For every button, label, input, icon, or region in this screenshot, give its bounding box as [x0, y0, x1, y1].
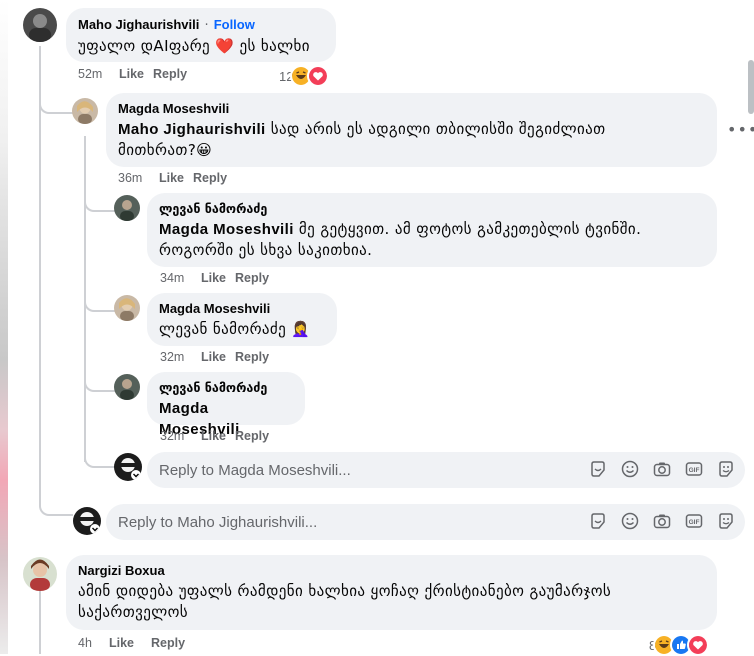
- like-button[interactable]: Like: [201, 429, 235, 443]
- like-button[interactable]: Like: [159, 171, 193, 185]
- comment-bubble: Magda Moseshvili ლევან ნამორაძე 🤦‍♀️: [147, 293, 337, 346]
- follow-button[interactable]: Follow: [214, 17, 255, 32]
- comment-bubble: Nargizi Boxua ამინ დიდება უფალს რამდენი …: [66, 555, 717, 630]
- comment-bubble: ლევან ნამორაძე Magda Moseshvili: [147, 372, 305, 438]
- avatar-sticker-icon[interactable]: [717, 512, 735, 530]
- separator-dot: ·: [204, 18, 209, 33]
- comment-text: ამინ დიდება უფალს რამდენი ხალხია ყოჩაღ ქ…: [78, 582, 612, 600]
- current-user-avatar[interactable]: [114, 453, 142, 481]
- scrollbar-thumb[interactable]: [748, 60, 754, 114]
- gif-icon[interactable]: GIF: [685, 460, 703, 478]
- comment-author[interactable]: Magda Moseshvili: [118, 100, 705, 117]
- emoji-icon[interactable]: [621, 512, 639, 530]
- comment-author[interactable]: Magda Moseshvili: [159, 300, 325, 317]
- sticker-icon[interactable]: [589, 460, 607, 478]
- comment-actions: 52m Like Reply: [78, 67, 187, 81]
- comment-text-line: საქართველოს: [78, 603, 189, 621]
- comment-actions: 36m Like Reply: [118, 171, 227, 185]
- comment-actions: 32m Like Reply: [160, 350, 269, 364]
- reply-button[interactable]: Reply: [151, 636, 185, 650]
- reply-button[interactable]: Reply: [193, 171, 227, 185]
- comment-actions: 32m Like Reply: [160, 429, 269, 443]
- thread-elbow: [39, 480, 73, 516]
- comment-text-line: როგორში ეს სხვა საკითხია.: [159, 241, 373, 259]
- comment-author[interactable]: ლევან ნამორაძე: [159, 200, 705, 217]
- background-strip: [0, 0, 8, 654]
- comment-time[interactable]: 36m: [118, 171, 159, 185]
- avatar[interactable]: [114, 374, 140, 400]
- reply-input[interactable]: Reply to Maho Jighaurishvili... GIF: [106, 504, 745, 540]
- composer-tools: GIF: [589, 460, 735, 478]
- comment-bubble: Magda Moseshvili Maho Jighaurishvili სად…: [106, 93, 717, 167]
- avatar[interactable]: [114, 195, 140, 221]
- camera-icon[interactable]: [653, 512, 671, 530]
- reaction-summary[interactable]: 12: [279, 65, 330, 87]
- love-reaction-icon: [307, 65, 330, 87]
- gif-icon[interactable]: GIF: [685, 512, 703, 530]
- svg-text:GIF: GIF: [689, 519, 700, 526]
- comment-text: უფალო დAIფარე ❤️ ეს ხალხი: [78, 37, 310, 55]
- avatar[interactable]: [114, 295, 140, 321]
- thread-line-main: [39, 46, 41, 504]
- emoji-icon[interactable]: [621, 460, 639, 478]
- reaction-summary[interactable]: 8: [649, 634, 710, 656]
- thread-line-bottom: [39, 590, 41, 654]
- thread-elbow: [84, 188, 116, 212]
- avatar[interactable]: [72, 98, 98, 124]
- comment-text: ლევან ნამორაძე 🤦‍♀️: [159, 320, 311, 338]
- avatar[interactable]: [23, 8, 57, 42]
- comment-time[interactable]: 52m: [78, 67, 119, 81]
- like-button[interactable]: Like: [119, 67, 153, 81]
- thread-elbow: [84, 288, 116, 312]
- comment-author[interactable]: ლევან ნამორაძე: [159, 379, 293, 396]
- reply-input[interactable]: Reply to Magda Moseshvili... GIF: [147, 452, 745, 488]
- reply-button[interactable]: Reply: [235, 271, 269, 285]
- love-reaction-icon: [687, 634, 710, 656]
- comment-actions: 34m Like Reply: [160, 271, 269, 285]
- like-button[interactable]: Like: [109, 636, 151, 650]
- comment-actions: 4h Like Reply: [78, 636, 185, 650]
- thread-elbow: [84, 368, 116, 392]
- like-button[interactable]: Like: [201, 350, 235, 364]
- reply-placeholder: Reply to Magda Moseshvili...: [159, 461, 351, 479]
- reply-placeholder: Reply to Maho Jighaurishvili...: [118, 513, 318, 531]
- comment-time[interactable]: 4h: [78, 636, 109, 650]
- avatar-sticker-icon[interactable]: [717, 460, 735, 478]
- current-user-avatar[interactable]: [73, 507, 101, 535]
- thread-elbow: [39, 90, 73, 114]
- camera-icon[interactable]: [653, 460, 671, 478]
- comment-author[interactable]: Maho Jighaurishvili: [78, 17, 199, 32]
- comment-author[interactable]: Nargizi Boxua: [78, 562, 705, 579]
- more-options-icon[interactable]: •••: [727, 120, 754, 139]
- mention-link[interactable]: Magda Moseshvili: [159, 221, 294, 238]
- svg-text:GIF: GIF: [689, 467, 700, 474]
- comment-text: სად არის ეს ადგილი თბილისში შეგიძლიათ: [265, 120, 606, 138]
- reply-button[interactable]: Reply: [153, 67, 187, 81]
- like-button[interactable]: Like: [201, 271, 235, 285]
- thread-elbow: [84, 442, 116, 468]
- mention-link[interactable]: Maho Jighaurishvili: [118, 121, 266, 138]
- avatar[interactable]: [23, 557, 57, 591]
- comment-text: მე გეტყვით. ამ ფოტოს გამკეთებლის ტვინში.: [293, 220, 642, 238]
- comment-bubble: Maho Jighaurishvili · Follow უფალო დAIფა…: [66, 8, 336, 62]
- comment-time[interactable]: 32m: [160, 350, 201, 364]
- composer-tools: GIF: [589, 512, 735, 530]
- comment-bubble: ლევან ნამორაძე Magda Moseshvili მე გეტყვ…: [147, 193, 717, 267]
- reply-button[interactable]: Reply: [235, 350, 269, 364]
- sticker-icon[interactable]: [589, 512, 607, 530]
- comment-time[interactable]: 32m: [160, 429, 201, 443]
- reply-button[interactable]: Reply: [235, 429, 269, 443]
- comment-text-line: მითხრათ?😀: [118, 141, 213, 159]
- comment-time[interactable]: 34m: [160, 271, 201, 285]
